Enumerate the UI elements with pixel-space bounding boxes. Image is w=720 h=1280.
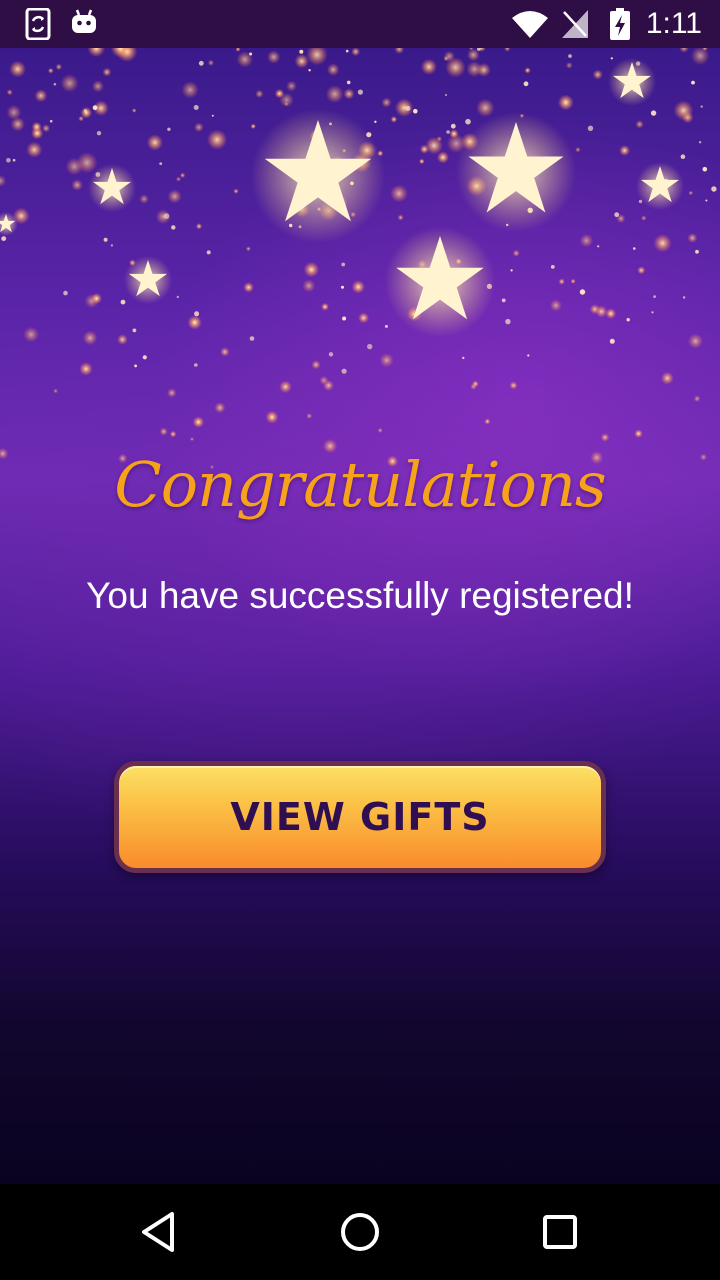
view-gifts-button-label: VIEW GIFTS (230, 795, 490, 839)
no-signal-icon (562, 10, 588, 42)
battery-charging-icon (610, 8, 630, 44)
home-icon[interactable] (336, 1208, 384, 1256)
congratulations-title: Congratulations (114, 448, 606, 521)
screen: 1:11 Congratulations You have successful… (0, 0, 720, 1280)
registration-message: You have successfully registered! (86, 575, 634, 616)
phone-sync-icon (24, 7, 52, 44)
status-time: 1:11 (645, 7, 702, 40)
android-icon (70, 8, 98, 42)
navigation-bar (0, 1184, 720, 1280)
recents-icon[interactable] (536, 1208, 584, 1256)
view-gifts-button[interactable]: VIEW GIFTS (114, 761, 606, 873)
back-icon[interactable] (136, 1208, 184, 1256)
wifi-icon (512, 10, 548, 42)
status-bar: 1:11 (0, 0, 720, 48)
